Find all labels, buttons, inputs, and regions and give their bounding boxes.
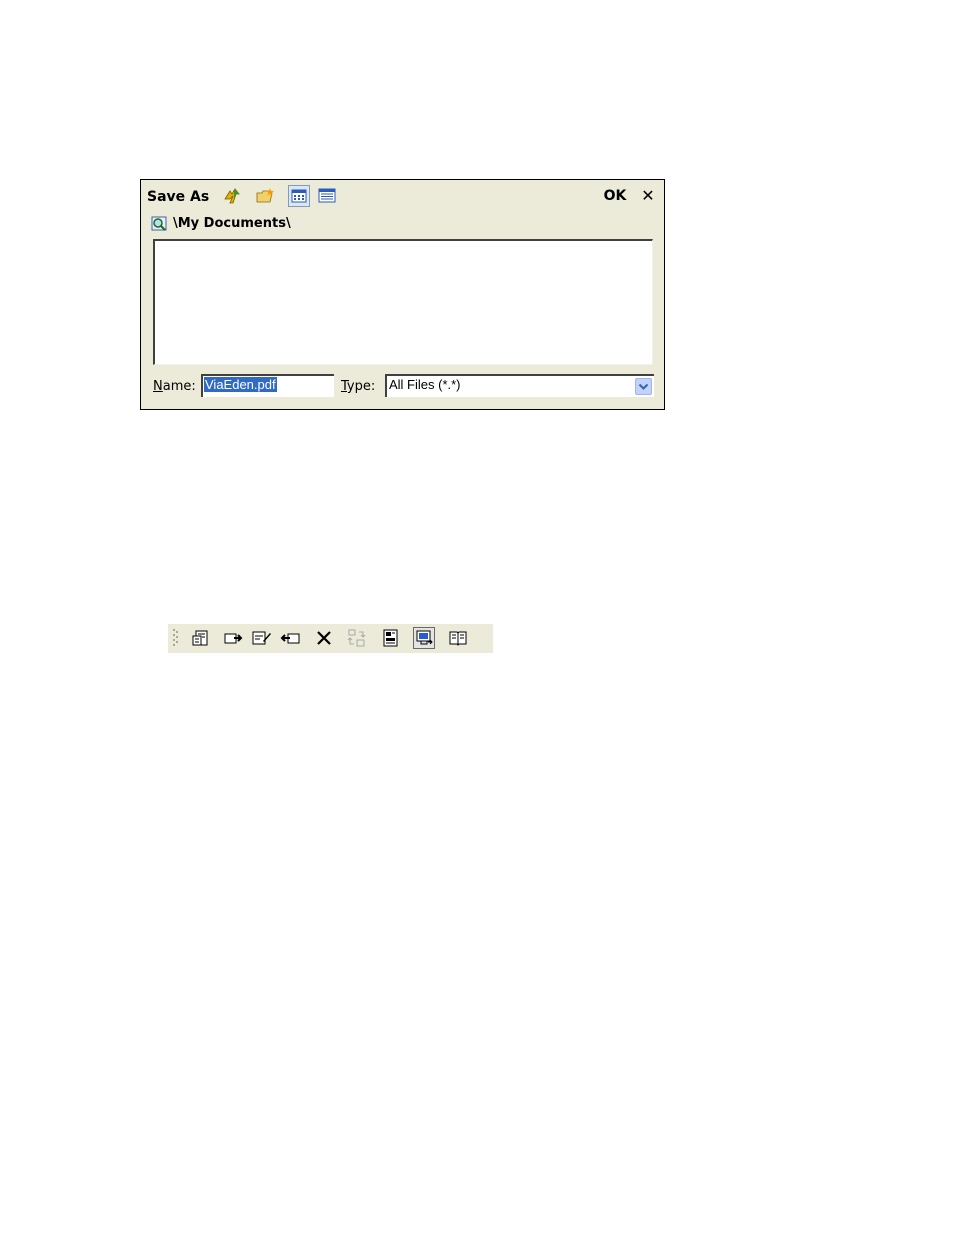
type-select[interactable]: All Files (*.*) [385,374,654,397]
type-label-text: ype: [346,379,376,394]
chevron-down-icon[interactable] [635,378,652,395]
dialog-toolbar: Save As OK ✕ [141,180,664,214]
import-page-icon[interactable] [279,627,301,649]
list-view-icon[interactable] [288,185,310,207]
monitor-view-icon[interactable] [413,627,435,649]
toolbar-grip-icon[interactable] [173,628,179,648]
page-layout-icon[interactable] [380,627,402,649]
name-label-text: ame: [162,379,196,394]
new-folder-icon[interactable] [254,185,276,207]
details-view-icon[interactable] [316,185,338,207]
delete-icon[interactable] [313,627,335,649]
save-as-dialog: Save As OK ✕ \My Documents\ Name: ViaEde… [140,179,665,410]
dialog-title: Save As [147,189,210,205]
page-properties-icon[interactable] [190,627,212,649]
close-button[interactable]: ✕ [637,185,659,207]
book-icon[interactable] [447,627,469,649]
up-folder-icon[interactable] [221,185,243,207]
file-list[interactable] [153,239,653,365]
type-select-value: All Files (*.*) [389,377,461,392]
name-input-value: ViaEden.pdf [204,377,277,392]
type-label: Type: [341,379,375,394]
name-label-accelerator: N [153,379,163,394]
edit-page-icon[interactable] [251,627,273,649]
name-input[interactable]: ViaEden.pdf [201,374,334,397]
path-text: \My Documents\ [173,216,291,231]
export-page-icon[interactable] [223,627,245,649]
page-toolbar [168,624,493,653]
swap-pages-icon [346,627,368,649]
magnifier-icon [151,216,169,236]
ok-button[interactable]: OK [602,185,628,207]
name-label: Name: [153,379,196,394]
